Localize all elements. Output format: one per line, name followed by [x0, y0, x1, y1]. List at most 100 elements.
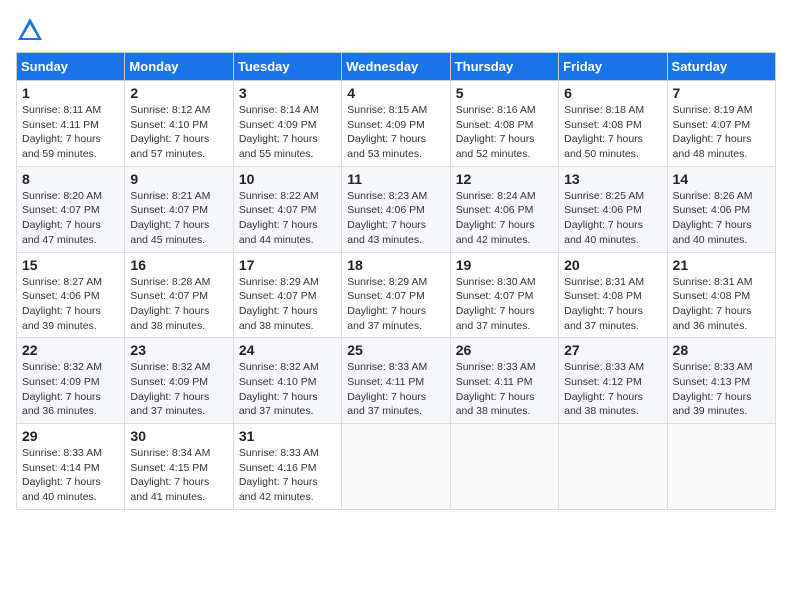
day-cell-10: 10 Sunrise: 8:22 AM Sunset: 4:07 PM Dayl… [233, 166, 341, 252]
day-cell-9: 9 Sunrise: 8:21 AM Sunset: 4:07 PM Dayli… [125, 166, 233, 252]
calendar-header-row: Sunday Monday Tuesday Wednesday Thursday… [17, 53, 776, 81]
day-number: 31 [239, 428, 336, 444]
day-cell-23: 23 Sunrise: 8:32 AM Sunset: 4:09 PM Dayl… [125, 338, 233, 424]
day-number: 29 [22, 428, 119, 444]
day-number: 20 [564, 257, 661, 273]
day-cell-25: 25 Sunrise: 8:33 AM Sunset: 4:11 PM Dayl… [342, 338, 450, 424]
day-info: Sunrise: 8:16 AM Sunset: 4:08 PM Dayligh… [456, 103, 553, 162]
day-cell-26: 26 Sunrise: 8:33 AM Sunset: 4:11 PM Dayl… [450, 338, 558, 424]
day-info: Sunrise: 8:29 AM Sunset: 4:07 PM Dayligh… [347, 275, 444, 334]
day-info: Sunrise: 8:33 AM Sunset: 4:14 PM Dayligh… [22, 446, 119, 505]
day-info: Sunrise: 8:20 AM Sunset: 4:07 PM Dayligh… [22, 189, 119, 248]
col-tuesday: Tuesday [233, 53, 341, 81]
day-cell-17: 17 Sunrise: 8:29 AM Sunset: 4:07 PM Dayl… [233, 252, 341, 338]
col-sunday: Sunday [17, 53, 125, 81]
day-number: 27 [564, 342, 661, 358]
day-info: Sunrise: 8:31 AM Sunset: 4:08 PM Dayligh… [673, 275, 770, 334]
day-info: Sunrise: 8:29 AM Sunset: 4:07 PM Dayligh… [239, 275, 336, 334]
day-cell-3: 3 Sunrise: 8:14 AM Sunset: 4:09 PM Dayli… [233, 81, 341, 167]
day-cell-22: 22 Sunrise: 8:32 AM Sunset: 4:09 PM Dayl… [17, 338, 125, 424]
day-info: Sunrise: 8:33 AM Sunset: 4:11 PM Dayligh… [456, 360, 553, 419]
day-cell-1: 1 Sunrise: 8:11 AM Sunset: 4:11 PM Dayli… [17, 81, 125, 167]
day-number: 9 [130, 171, 227, 187]
day-info: Sunrise: 8:25 AM Sunset: 4:06 PM Dayligh… [564, 189, 661, 248]
day-number: 11 [347, 171, 444, 187]
col-wednesday: Wednesday [342, 53, 450, 81]
calendar-table: Sunday Monday Tuesday Wednesday Thursday… [16, 52, 776, 510]
day-number: 1 [22, 85, 119, 101]
day-cell-4: 4 Sunrise: 8:15 AM Sunset: 4:09 PM Dayli… [342, 81, 450, 167]
day-info: Sunrise: 8:32 AM Sunset: 4:10 PM Dayligh… [239, 360, 336, 419]
day-number: 19 [456, 257, 553, 273]
day-number: 12 [456, 171, 553, 187]
day-number: 25 [347, 342, 444, 358]
day-cell-24: 24 Sunrise: 8:32 AM Sunset: 4:10 PM Dayl… [233, 338, 341, 424]
day-info: Sunrise: 8:26 AM Sunset: 4:06 PM Dayligh… [673, 189, 770, 248]
empty-cell [342, 424, 450, 510]
day-number: 23 [130, 342, 227, 358]
empty-cell [559, 424, 667, 510]
day-info: Sunrise: 8:34 AM Sunset: 4:15 PM Dayligh… [130, 446, 227, 505]
col-friday: Friday [559, 53, 667, 81]
day-number: 3 [239, 85, 336, 101]
day-number: 17 [239, 257, 336, 273]
calendar-week-row: 15 Sunrise: 8:27 AM Sunset: 4:06 PM Dayl… [17, 252, 776, 338]
day-info: Sunrise: 8:21 AM Sunset: 4:07 PM Dayligh… [130, 189, 227, 248]
day-number: 14 [673, 171, 770, 187]
day-info: Sunrise: 8:33 AM Sunset: 4:13 PM Dayligh… [673, 360, 770, 419]
empty-cell [667, 424, 775, 510]
day-number: 10 [239, 171, 336, 187]
day-cell-20: 20 Sunrise: 8:31 AM Sunset: 4:08 PM Dayl… [559, 252, 667, 338]
day-cell-31: 31 Sunrise: 8:33 AM Sunset: 4:16 PM Dayl… [233, 424, 341, 510]
calendar-week-row: 29 Sunrise: 8:33 AM Sunset: 4:14 PM Dayl… [17, 424, 776, 510]
day-number: 8 [22, 171, 119, 187]
day-info: Sunrise: 8:31 AM Sunset: 4:08 PM Dayligh… [564, 275, 661, 334]
day-number: 15 [22, 257, 119, 273]
day-info: Sunrise: 8:32 AM Sunset: 4:09 PM Dayligh… [22, 360, 119, 419]
day-number: 26 [456, 342, 553, 358]
day-cell-14: 14 Sunrise: 8:26 AM Sunset: 4:06 PM Dayl… [667, 166, 775, 252]
day-cell-18: 18 Sunrise: 8:29 AM Sunset: 4:07 PM Dayl… [342, 252, 450, 338]
day-cell-8: 8 Sunrise: 8:20 AM Sunset: 4:07 PM Dayli… [17, 166, 125, 252]
day-cell-7: 7 Sunrise: 8:19 AM Sunset: 4:07 PM Dayli… [667, 81, 775, 167]
day-cell-2: 2 Sunrise: 8:12 AM Sunset: 4:10 PM Dayli… [125, 81, 233, 167]
day-info: Sunrise: 8:33 AM Sunset: 4:12 PM Dayligh… [564, 360, 661, 419]
col-monday: Monday [125, 53, 233, 81]
day-info: Sunrise: 8:18 AM Sunset: 4:08 PM Dayligh… [564, 103, 661, 162]
day-info: Sunrise: 8:30 AM Sunset: 4:07 PM Dayligh… [456, 275, 553, 334]
day-number: 18 [347, 257, 444, 273]
day-info: Sunrise: 8:11 AM Sunset: 4:11 PM Dayligh… [22, 103, 119, 162]
day-cell-28: 28 Sunrise: 8:33 AM Sunset: 4:13 PM Dayl… [667, 338, 775, 424]
day-number: 2 [130, 85, 227, 101]
day-cell-21: 21 Sunrise: 8:31 AM Sunset: 4:08 PM Dayl… [667, 252, 775, 338]
day-info: Sunrise: 8:12 AM Sunset: 4:10 PM Dayligh… [130, 103, 227, 162]
day-number: 21 [673, 257, 770, 273]
day-cell-16: 16 Sunrise: 8:28 AM Sunset: 4:07 PM Dayl… [125, 252, 233, 338]
day-cell-13: 13 Sunrise: 8:25 AM Sunset: 4:06 PM Dayl… [559, 166, 667, 252]
day-cell-6: 6 Sunrise: 8:18 AM Sunset: 4:08 PM Dayli… [559, 81, 667, 167]
day-cell-29: 29 Sunrise: 8:33 AM Sunset: 4:14 PM Dayl… [17, 424, 125, 510]
day-cell-11: 11 Sunrise: 8:23 AM Sunset: 4:06 PM Dayl… [342, 166, 450, 252]
day-number: 28 [673, 342, 770, 358]
day-number: 5 [456, 85, 553, 101]
day-number: 4 [347, 85, 444, 101]
col-thursday: Thursday [450, 53, 558, 81]
day-cell-30: 30 Sunrise: 8:34 AM Sunset: 4:15 PM Dayl… [125, 424, 233, 510]
day-number: 7 [673, 85, 770, 101]
day-cell-5: 5 Sunrise: 8:16 AM Sunset: 4:08 PM Dayli… [450, 81, 558, 167]
day-number: 13 [564, 171, 661, 187]
day-number: 30 [130, 428, 227, 444]
page-header [16, 16, 776, 44]
day-info: Sunrise: 8:33 AM Sunset: 4:16 PM Dayligh… [239, 446, 336, 505]
day-cell-19: 19 Sunrise: 8:30 AM Sunset: 4:07 PM Dayl… [450, 252, 558, 338]
day-info: Sunrise: 8:32 AM Sunset: 4:09 PM Dayligh… [130, 360, 227, 419]
day-number: 22 [22, 342, 119, 358]
day-cell-15: 15 Sunrise: 8:27 AM Sunset: 4:06 PM Dayl… [17, 252, 125, 338]
empty-cell [450, 424, 558, 510]
day-cell-27: 27 Sunrise: 8:33 AM Sunset: 4:12 PM Dayl… [559, 338, 667, 424]
day-info: Sunrise: 8:22 AM Sunset: 4:07 PM Dayligh… [239, 189, 336, 248]
day-number: 6 [564, 85, 661, 101]
day-info: Sunrise: 8:19 AM Sunset: 4:07 PM Dayligh… [673, 103, 770, 162]
day-info: Sunrise: 8:27 AM Sunset: 4:06 PM Dayligh… [22, 275, 119, 334]
logo [16, 16, 48, 44]
